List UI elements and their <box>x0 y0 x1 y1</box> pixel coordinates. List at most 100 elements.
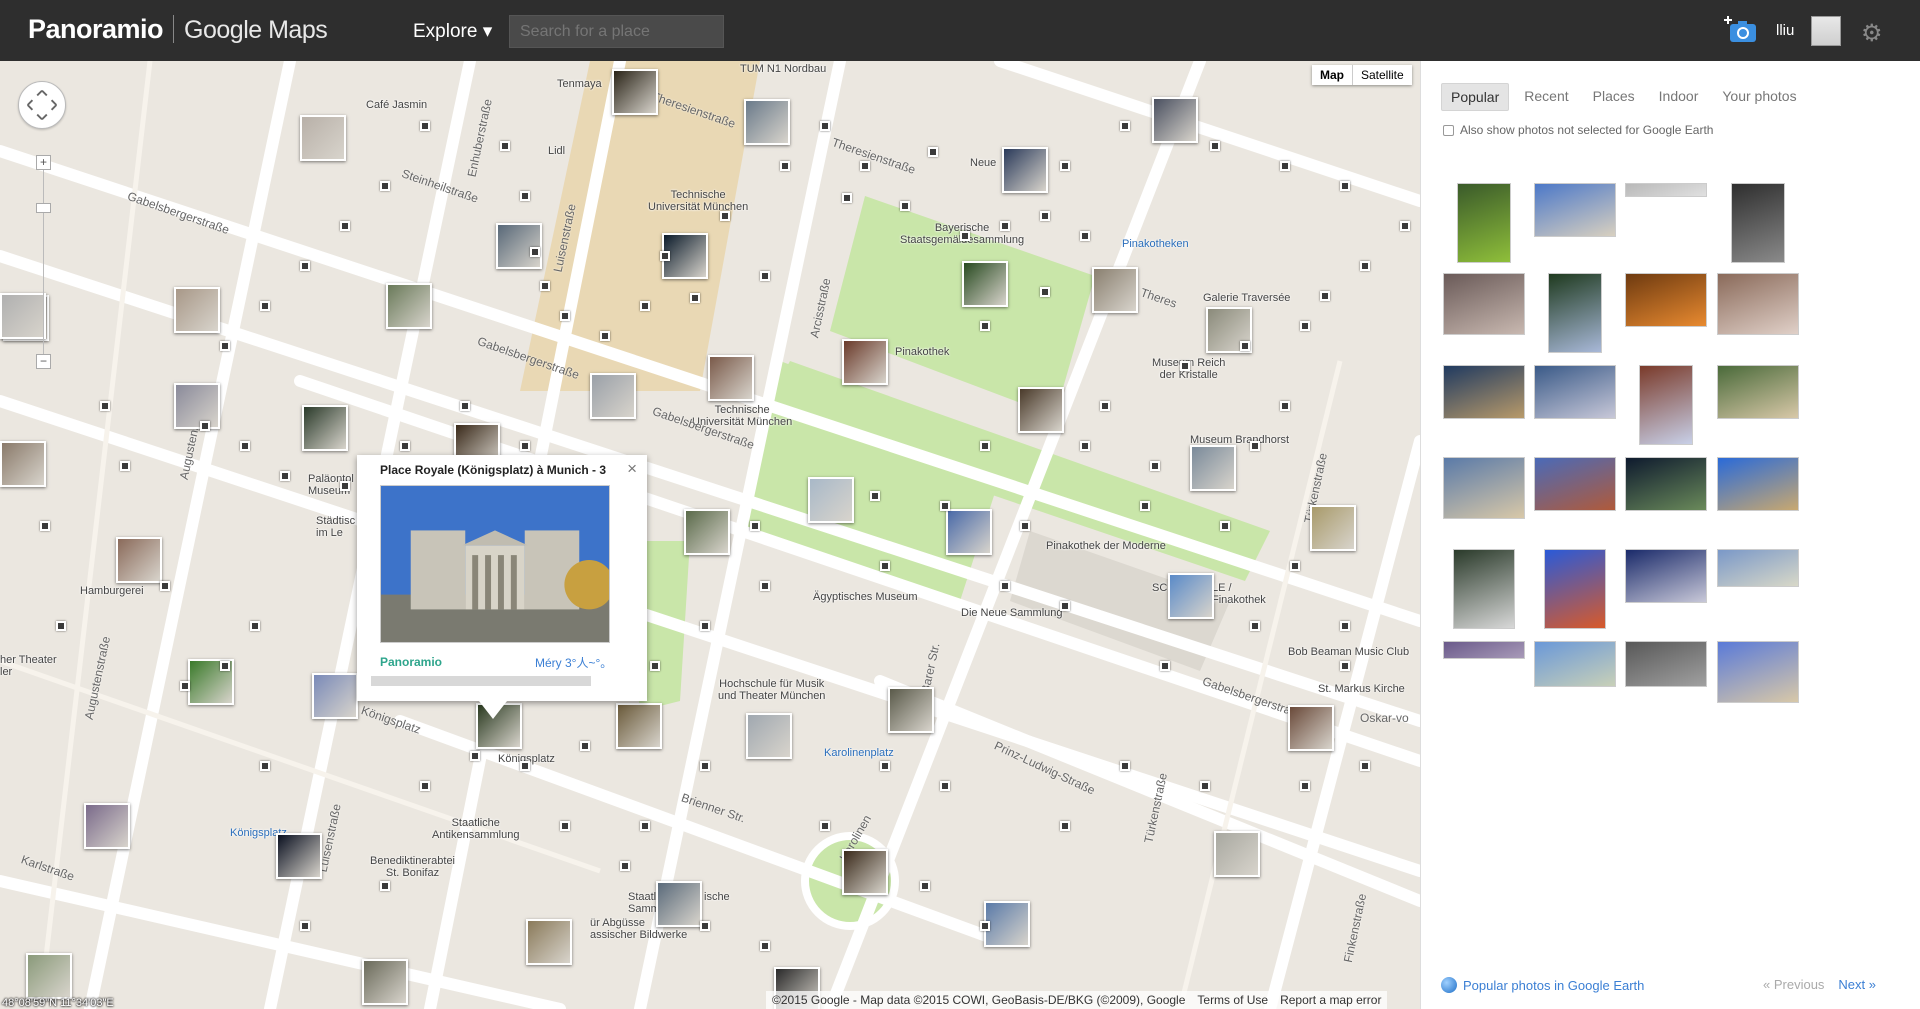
photo-thumbnail[interactable] <box>1534 641 1616 687</box>
photo-dot-marker[interactable] <box>560 311 570 321</box>
photo-dot-marker[interactable] <box>842 193 852 203</box>
photo-dot-marker[interactable] <box>780 161 790 171</box>
photo-dot-marker[interactable] <box>100 401 110 411</box>
photo-dot-marker[interactable] <box>520 441 530 451</box>
photo-dot-marker[interactable] <box>340 481 350 491</box>
gear-icon[interactable]: ⚙ <box>1861 19 1883 48</box>
tab-popular[interactable]: Popular <box>1441 83 1510 111</box>
photo-dot-marker[interactable] <box>1240 341 1250 351</box>
photo-dot-marker[interactable] <box>720 211 730 221</box>
photo-marker[interactable] <box>174 383 220 429</box>
photo-dot-marker[interactable] <box>920 881 930 891</box>
photo-thumbnail[interactable] <box>1717 549 1799 587</box>
zoom-out-button[interactable]: − <box>36 354 51 369</box>
photo-marker[interactable] <box>1152 97 1198 143</box>
photo-dot-marker[interactable] <box>760 271 770 281</box>
photo-marker[interactable] <box>1018 387 1064 433</box>
photo-thumbnail[interactable] <box>1717 273 1799 335</box>
photo-dot-marker[interactable] <box>160 581 170 591</box>
zoom-slider-handle[interactable] <box>36 203 51 213</box>
photo-thumbnail[interactable] <box>1457 183 1511 263</box>
photo-marker[interactable] <box>744 99 790 145</box>
photo-dot-marker[interactable] <box>640 301 650 311</box>
photo-dot-marker[interactable] <box>1020 521 1030 531</box>
photo-dot-marker[interactable] <box>1000 581 1010 591</box>
username[interactable]: lliu <box>1776 22 1794 39</box>
tab-places[interactable]: Places <box>1584 83 1644 111</box>
photo-marker[interactable] <box>684 509 730 555</box>
photo-dot-marker[interactable] <box>880 761 890 771</box>
photo-thumbnail[interactable] <box>1625 457 1707 511</box>
photo-dot-marker[interactable] <box>870 491 880 501</box>
photo-dot-marker[interactable] <box>1250 621 1260 631</box>
photo-dot-marker[interactable] <box>250 621 260 631</box>
satellite-type-button[interactable]: Satellite <box>1352 65 1412 85</box>
photo-dot-marker[interactable] <box>1040 211 1050 221</box>
photo-thumbnail[interactable] <box>1625 641 1707 687</box>
photo-dot-marker[interactable] <box>700 921 710 931</box>
photo-marker[interactable] <box>312 673 358 719</box>
photo-dot-marker[interactable] <box>460 401 470 411</box>
photo-dot-marker[interactable] <box>1360 761 1370 771</box>
photo-dot-marker[interactable] <box>1250 441 1260 451</box>
photo-dot-marker[interactable] <box>540 281 550 291</box>
report-error-link[interactable]: Report a map error <box>1280 993 1381 1007</box>
photo-dot-marker[interactable] <box>1280 161 1290 171</box>
photo-marker[interactable] <box>84 803 130 849</box>
photo-dot-marker[interactable] <box>1060 821 1070 831</box>
photo-dot-marker[interactable] <box>1210 141 1220 151</box>
checkbox-icon[interactable] <box>1443 124 1454 136</box>
photo-dot-marker[interactable] <box>420 121 430 131</box>
photo-dot-marker[interactable] <box>1060 161 1070 171</box>
photo-dot-marker[interactable] <box>900 201 910 211</box>
next-link[interactable]: Next » <box>1838 977 1876 992</box>
photo-dot-marker[interactable] <box>500 141 510 151</box>
photo-dot-marker[interactable] <box>340 221 350 231</box>
popup-title[interactable]: Place Royale (Königsplatz) à Munich - 3 <box>380 463 615 477</box>
photo-dot-marker[interactable] <box>530 247 540 257</box>
photo-dot-marker[interactable] <box>1120 121 1130 131</box>
photo-dot-marker[interactable] <box>200 421 210 431</box>
photo-thumbnail[interactable] <box>1453 549 1515 629</box>
photo-thumbnail[interactable] <box>1625 273 1707 327</box>
photo-dot-marker[interactable] <box>240 441 250 451</box>
explore-menu[interactable]: Explore ▾ <box>413 20 492 43</box>
photo-dot-marker[interactable] <box>1120 761 1130 771</box>
tab-recent[interactable]: Recent <box>1515 83 1577 111</box>
avatar[interactable] <box>1811 16 1841 46</box>
photo-dot-marker[interactable] <box>940 501 950 511</box>
zoom-in-button[interactable]: + <box>36 155 51 170</box>
photo-dot-marker[interactable] <box>1040 287 1050 297</box>
photo-dot-marker[interactable] <box>1400 221 1410 231</box>
camera-upload-icon[interactable] <box>1724 16 1758 44</box>
photo-dot-marker[interactable] <box>280 471 290 481</box>
photo-marker[interactable] <box>362 959 408 1005</box>
photo-dot-marker[interactable] <box>580 741 590 751</box>
photo-marker[interactable] <box>496 223 542 269</box>
also-show-option[interactable]: Also show photos not selected for Google… <box>1443 123 1713 137</box>
photo-marker[interactable] <box>526 919 572 965</box>
photo-dot-marker[interactable] <box>1340 621 1350 631</box>
photo-dot-marker[interactable] <box>700 621 710 631</box>
photo-dot-marker[interactable] <box>300 921 310 931</box>
photo-marker[interactable] <box>1288 705 1334 751</box>
photo-marker[interactable] <box>984 901 1030 947</box>
photo-dot-marker[interactable] <box>1080 231 1090 241</box>
photo-dot-marker[interactable] <box>1300 321 1310 331</box>
zoom-track[interactable] <box>43 161 44 361</box>
photo-dot-marker[interactable] <box>760 581 770 591</box>
photo-dot-marker[interactable] <box>400 441 410 451</box>
photo-dot-marker[interactable] <box>520 191 530 201</box>
photo-dot-marker[interactable] <box>928 147 938 157</box>
map-type-button[interactable]: Map <box>1312 65 1352 85</box>
photo-dot-marker[interactable] <box>940 781 950 791</box>
photo-marker[interactable] <box>0 441 46 487</box>
photo-dot-marker[interactable] <box>980 441 990 451</box>
photo-dot-marker[interactable] <box>660 251 670 261</box>
photo-dot-marker[interactable] <box>1100 401 1110 411</box>
photo-marker[interactable] <box>0 293 46 339</box>
photo-dot-marker[interactable] <box>980 321 990 331</box>
photo-thumbnail[interactable] <box>1534 183 1616 237</box>
photo-marker[interactable] <box>616 703 662 749</box>
photo-author-link[interactable]: Méry 3°人~°。 <box>535 654 612 671</box>
